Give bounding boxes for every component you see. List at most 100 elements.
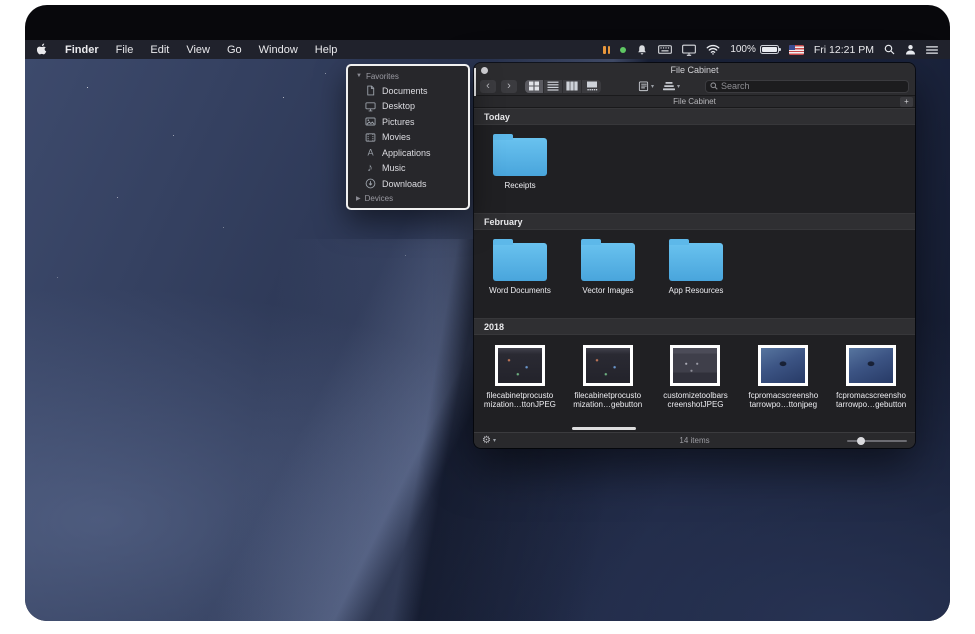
action-gear-popup[interactable]: ⚙ ▾: [482, 435, 496, 446]
file-item-app-resources[interactable]: App Resources: [656, 240, 736, 295]
sidebar-item-label: Downloads: [382, 179, 427, 189]
february-row: Word Documents Vector Images App Resourc…: [474, 230, 915, 318]
devices-label: Devices: [365, 194, 393, 203]
action-popup-button[interactable]: ▾: [636, 80, 656, 93]
input-language-flag-icon[interactable]: [789, 45, 804, 55]
mac-screen: Finder File Edit View Go Window Help: [25, 5, 950, 621]
menu-bar-clock[interactable]: Fri 12:21 PM: [814, 44, 874, 56]
wifi-icon[interactable]: [706, 44, 720, 55]
status-indicator-orange-icon[interactable]: [603, 46, 610, 54]
file-label: Vector Images: [582, 286, 633, 295]
sheet-icon: [638, 81, 649, 92]
sidebar-item-music[interactable]: ♪ Music: [348, 161, 468, 177]
image-thumbnail: [670, 345, 720, 386]
icon-size-slider[interactable]: [847, 436, 907, 446]
search-icon: [710, 82, 718, 90]
search-field[interactable]: [705, 80, 909, 93]
folder-icon: [493, 138, 547, 176]
file-item-image-1[interactable]: filecabinetprocustomization…ttonJPEG: [480, 345, 560, 409]
slider-knob[interactable]: [857, 437, 865, 445]
forward-button[interactable]: ›: [501, 80, 517, 93]
apple-menu[interactable]: [37, 43, 48, 56]
image-thumbnail: [758, 345, 808, 386]
sidebar-item-documents[interactable]: Documents: [348, 83, 468, 99]
gallery-view-button[interactable]: [582, 80, 601, 93]
image-thumbnail: [846, 345, 896, 386]
file-item-image-3[interactable]: customizetoolbarscreenshotJPEG: [656, 345, 736, 409]
file-label: Receipts: [504, 181, 535, 190]
notification-center-icon[interactable]: [926, 45, 938, 55]
spotlight-search-icon[interactable]: [884, 44, 895, 55]
sidebar-item-desktop[interactable]: Desktop: [348, 99, 468, 115]
sidebar-item-pictures[interactable]: Pictures: [348, 114, 468, 130]
file-label: App Resources: [669, 286, 724, 295]
file-label-line2: tarrowpo…gebutton: [836, 400, 906, 409]
keyboard-icon[interactable]: [658, 44, 672, 55]
downloads-icon: [364, 178, 376, 189]
fast-user-switch-icon[interactable]: [905, 44, 916, 55]
list-view-button[interactable]: [544, 80, 563, 93]
file-label-line2: mization…ttonJPEG: [484, 400, 556, 409]
favorites-section-header[interactable]: ▼ Favorites: [348, 69, 468, 83]
display-mirroring-icon[interactable]: [682, 44, 696, 56]
menu-item-window[interactable]: Window: [259, 44, 298, 56]
group-popup-button[interactable]: ▾: [661, 80, 682, 93]
window-close-button[interactable]: [481, 67, 488, 74]
file-label-line1: customizetoolbars: [663, 391, 727, 400]
devices-section-header[interactable]: ▶ Devices: [348, 192, 468, 206]
sidebar-item-movies[interactable]: Movies: [348, 130, 468, 146]
disclosure-triangle-right-icon[interactable]: ▶: [356, 195, 361, 202]
file-item-receipts[interactable]: Receipts: [480, 135, 560, 190]
section-header-today: Today: [474, 108, 915, 125]
chevron-down-icon: ▾: [493, 437, 496, 444]
column-view-icon: [566, 81, 578, 91]
sidebar-item-applications[interactable]: A Applications: [348, 145, 468, 161]
horizontal-scrollbar[interactable]: [572, 427, 636, 430]
column-view-button[interactable]: [563, 80, 582, 93]
disclosure-triangle-down-icon[interactable]: ▼: [356, 73, 362, 79]
file-item-image-5[interactable]: fcpromacscreenshotarrowpo…gebutton: [831, 345, 911, 409]
pictures-icon: [364, 116, 376, 127]
menu-bar: Finder File Edit View Go Window Help: [25, 40, 950, 59]
back-button[interactable]: ‹: [480, 80, 496, 93]
menu-item-edit[interactable]: Edit: [150, 44, 169, 56]
menu-item-go[interactable]: Go: [227, 44, 242, 56]
status-indicator-green-icon[interactable]: [620, 47, 626, 53]
window-titlebar[interactable]: File Cabinet: [474, 63, 915, 77]
folder-icon: [581, 243, 635, 281]
menu-item-file[interactable]: File: [116, 44, 134, 56]
file-item-image-2[interactable]: filecabinetprocustomization…gebutton: [568, 345, 648, 409]
file-item-image-4[interactable]: fcpromacscreenshotarrowpo…ttonjpeg: [743, 345, 823, 409]
notifications-bell-icon[interactable]: [636, 44, 648, 56]
movies-icon: [364, 132, 376, 143]
highlight-line: [474, 68, 476, 96]
window-title: File Cabinet: [670, 65, 718, 75]
apple-icon: [37, 43, 48, 56]
sidebar-item-downloads[interactable]: Downloads: [348, 176, 468, 192]
new-tab-button[interactable]: +: [900, 97, 913, 107]
year-2018-row: filecabinetprocustomization…ttonJPEG fil…: [474, 335, 915, 415]
menu-item-help[interactable]: Help: [315, 44, 338, 56]
slider-track: [847, 440, 907, 442]
sidebar-item-label: Movies: [382, 132, 411, 142]
file-item-vector-images[interactable]: Vector Images: [568, 240, 648, 295]
status-bar: ⚙ ▾ 14 items: [474, 432, 915, 448]
menu-item-view[interactable]: View: [186, 44, 210, 56]
tab-file-cabinet[interactable]: File Cabinet: [673, 97, 716, 106]
sidebar-item-label: Desktop: [382, 101, 415, 111]
file-label: Word Documents: [489, 286, 551, 295]
file-label-line1: filecabinetprocusto: [484, 391, 556, 400]
menu-item-finder[interactable]: Finder: [65, 44, 99, 56]
list-view-icon: [547, 81, 559, 91]
section-header-2018: 2018: [474, 318, 915, 335]
file-item-word-documents[interactable]: Word Documents: [480, 240, 560, 295]
today-row: Receipts: [474, 125, 915, 213]
search-input[interactable]: [721, 81, 904, 91]
view-mode-switcher: [525, 80, 601, 93]
layers-icon: [663, 81, 675, 92]
desktop-icon: [364, 101, 376, 112]
battery-status[interactable]: 100%: [730, 44, 779, 55]
sidebar-item-label: Documents: [382, 86, 428, 96]
icon-view-button[interactable]: [525, 80, 544, 93]
svg-text:A: A: [367, 148, 374, 158]
